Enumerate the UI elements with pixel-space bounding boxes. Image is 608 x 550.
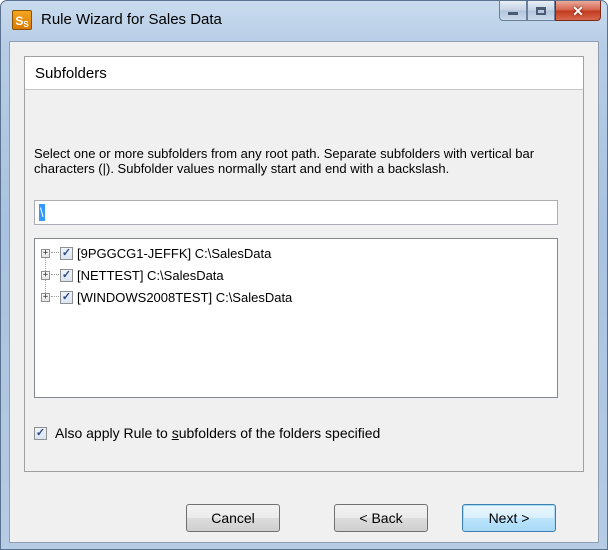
minimize-icon [508, 12, 518, 15]
instructions-text: Select one or more subfolders from any r… [34, 146, 535, 176]
minimize-button[interactable] [499, 1, 527, 21]
tree-item-checkbox[interactable]: ✓ [60, 268, 73, 282]
dialog-window: SS Rule Wizard for Sales Data ✕ Subfolde… [0, 0, 608, 550]
back-button[interactable]: < Back [334, 504, 428, 532]
tree-item[interactable]: + ✓ [9PGGCG1-JEFFK] C:\SalesData [41, 244, 271, 262]
subfolder-path-input[interactable] [34, 200, 558, 225]
tree-connector [51, 274, 59, 276]
tree-item-label: [9PGGCG1-JEFFK] C:\SalesData [77, 245, 272, 261]
cancel-button[interactable]: Cancel [186, 504, 280, 532]
maximize-button[interactable] [527, 1, 555, 21]
apply-subfolders-option[interactable]: ✓ Also apply Rule to subfolders of the f… [34, 425, 380, 441]
next-button[interactable]: Next > [462, 504, 556, 532]
tree-item-checkbox[interactable]: ✓ [60, 246, 73, 260]
window-controls: ✕ [499, 1, 601, 23]
path-selection-highlight: \ [39, 204, 45, 221]
window-title: Rule Wizard for Sales Data [41, 11, 222, 28]
apply-subfolders-label: Also apply Rule to subfolders of the fol… [55, 425, 381, 441]
expand-icon[interactable]: + [41, 270, 50, 280]
tree-connector [51, 296, 59, 298]
dialog-client-area: Subfolders Select one or more subfolders… [9, 41, 599, 543]
apply-subfolders-checkbox[interactable]: ✓ [34, 426, 47, 440]
expand-icon[interactable]: + [41, 292, 50, 302]
close-button[interactable]: ✕ [555, 1, 601, 21]
close-icon: ✕ [572, 2, 584, 19]
root-path-tree[interactable]: + ✓ [9PGGCG1-JEFFK] C:\SalesData + ✓ [NE… [34, 238, 558, 398]
sales-app-icon: SS [12, 10, 32, 30]
tree-item[interactable]: + ✓ [NETTEST] C:\SalesData [41, 266, 224, 284]
tree-item[interactable]: + ✓ [WINDOWS2008TEST] C:\SalesData [41, 288, 292, 306]
expand-icon[interactable]: + [41, 248, 50, 258]
tree-item-label: [NETTEST] C:\SalesData [77, 267, 224, 283]
tree-connector [51, 252, 59, 254]
maximize-icon [536, 6, 546, 15]
panel-title: Subfolders [35, 65, 107, 82]
tree-item-checkbox[interactable]: ✓ [60, 290, 73, 304]
panel-header: Subfolders [25, 57, 583, 90]
tree-item-label: [WINDOWS2008TEST] C:\SalesData [77, 289, 293, 305]
title-bar[interactable]: SS Rule Wizard for Sales Data ✕ [1, 1, 607, 41]
